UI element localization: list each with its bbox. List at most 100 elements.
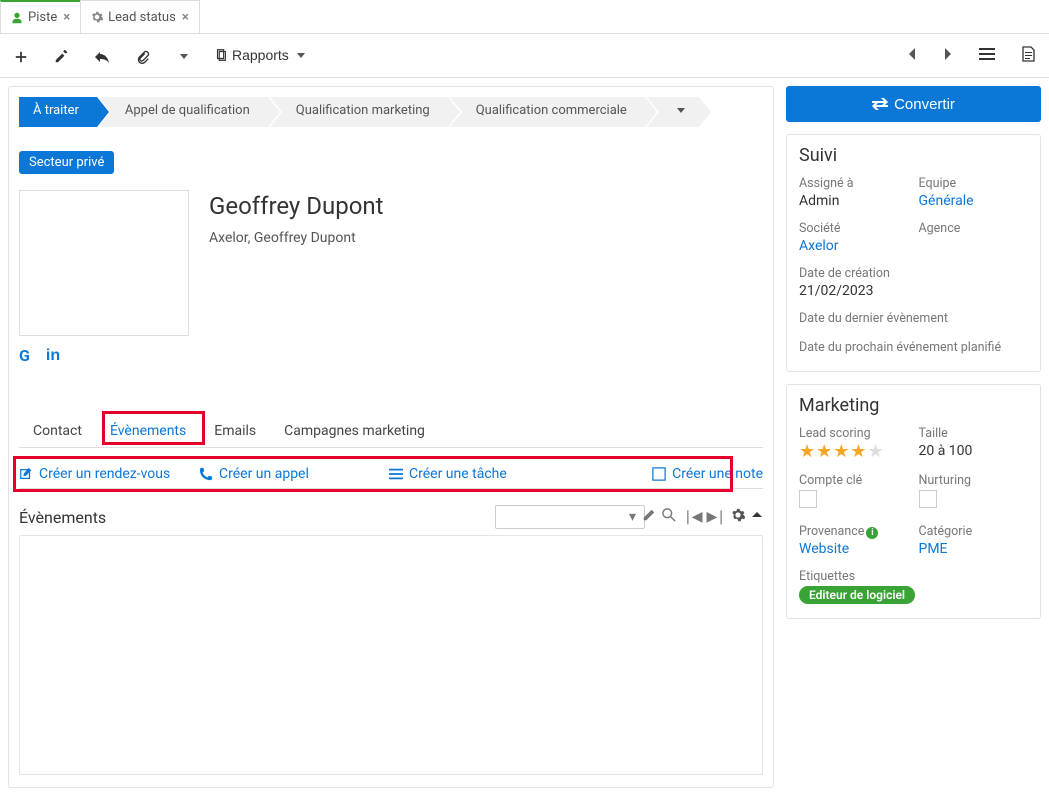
form-view-button[interactable] bbox=[1015, 42, 1041, 69]
chevron-left-icon bbox=[907, 47, 917, 61]
attach-button[interactable] bbox=[130, 43, 156, 67]
toolbar: Rapports bbox=[0, 34, 1049, 78]
chevron-right-icon bbox=[943, 47, 953, 61]
suivi-panel: Suivi Assigné à Admin Equipe Générale So… bbox=[786, 134, 1041, 372]
sector-badge: Secteur privé bbox=[19, 151, 114, 174]
reports-button[interactable]: Rapports bbox=[208, 43, 311, 67]
google-icon[interactable]: G bbox=[19, 346, 30, 365]
agency-label: Agence bbox=[919, 221, 1029, 236]
team-value[interactable]: Générale bbox=[919, 193, 1029, 209]
create-task-link[interactable]: Créer une tâche bbox=[389, 466, 569, 482]
lead-form-view: À traiter Appel de qualification Qualifi… bbox=[8, 86, 774, 788]
events-list bbox=[19, 535, 763, 775]
marketing-heading: Marketing bbox=[799, 395, 1028, 416]
event-actions-row: Créer un rendez-vous Créer un appel Crée… bbox=[19, 460, 763, 489]
tab-emails[interactable]: Emails bbox=[200, 415, 270, 447]
tab-contact[interactable]: Contact bbox=[19, 415, 96, 447]
action-label: Créer une tâche bbox=[409, 466, 507, 482]
stage-qualification-commerciale[interactable]: Qualification commerciale bbox=[450, 97, 645, 127]
chevron-down-icon bbox=[677, 108, 685, 113]
search-icon[interactable] bbox=[662, 508, 676, 526]
copy-icon bbox=[214, 48, 228, 62]
document-icon bbox=[1021, 46, 1035, 62]
close-icon[interactable]: × bbox=[182, 10, 189, 25]
nurturing-checkbox[interactable] bbox=[919, 490, 937, 508]
app-tab-label: Piste bbox=[28, 10, 57, 25]
size-label: Taille bbox=[919, 426, 1029, 441]
stage-label: Qualification marketing bbox=[296, 103, 430, 118]
linkedin-icon[interactable]: in bbox=[46, 347, 60, 365]
app-tab-piste[interactable]: Piste × bbox=[0, 0, 81, 33]
note-icon bbox=[652, 467, 666, 481]
close-icon[interactable]: × bbox=[63, 10, 70, 25]
tab-evenements[interactable]: Évènements bbox=[96, 415, 200, 447]
chevron-down-icon[interactable]: ▾ bbox=[629, 509, 636, 525]
app-tabs: Piste × Lead status × bbox=[0, 0, 1049, 34]
convert-button[interactable]: Convertir bbox=[786, 86, 1041, 122]
list-icon bbox=[979, 47, 995, 61]
last-event-label: Date du dernier évènement bbox=[799, 311, 1028, 326]
key-account-checkbox[interactable] bbox=[799, 490, 817, 508]
tag-chip[interactable]: Editeur de logiciel bbox=[799, 586, 915, 604]
category-value[interactable]: PME bbox=[919, 541, 1029, 557]
info-icon[interactable]: i bbox=[866, 527, 878, 539]
avatar-placeholder bbox=[19, 190, 189, 336]
edit-square-icon bbox=[19, 467, 33, 481]
source-label: Provenancei bbox=[799, 524, 909, 539]
create-call-link[interactable]: Créer un appel bbox=[199, 466, 389, 482]
reports-label: Rapports bbox=[232, 47, 289, 63]
app-tab-label: Lead status bbox=[108, 10, 176, 25]
lead-name: Geoffrey Dupont bbox=[209, 192, 384, 220]
action-label: Créer un rendez-vous bbox=[39, 466, 170, 482]
page-first-icon[interactable]: ❘◀ bbox=[682, 509, 701, 525]
stage-label: À traiter bbox=[33, 103, 79, 118]
settings-icon[interactable] bbox=[731, 508, 745, 526]
new-button[interactable] bbox=[8, 43, 34, 67]
user-icon bbox=[11, 10, 23, 25]
collapse-icon[interactable] bbox=[751, 509, 763, 525]
chevron-down-icon bbox=[180, 54, 188, 59]
exchange-icon bbox=[872, 97, 888, 111]
next-button[interactable] bbox=[937, 43, 959, 68]
stage-label: Appel de qualification bbox=[125, 103, 250, 118]
events-search-input[interactable] bbox=[495, 505, 645, 529]
stage-qualification-marketing[interactable]: Qualification marketing bbox=[270, 97, 448, 127]
tab-campagnes[interactable]: Campagnes marketing bbox=[270, 415, 439, 447]
scoring-label: Lead scoring bbox=[799, 426, 909, 441]
action-label: Créer un appel bbox=[219, 466, 309, 482]
page-last-icon[interactable]: ▶❘ bbox=[707, 509, 726, 525]
nurturing-label: Nurturing bbox=[919, 473, 1029, 488]
stage-a-traiter[interactable]: À traiter bbox=[19, 97, 97, 127]
created-label: Date de création bbox=[799, 266, 1028, 281]
action-label: Créer une note bbox=[672, 466, 763, 482]
edit-button[interactable] bbox=[48, 43, 74, 67]
assigned-label: Assigné à bbox=[799, 176, 909, 191]
suivi-heading: Suivi bbox=[799, 145, 1028, 166]
events-tools: ▾ ❘◀ ▶❘ bbox=[495, 505, 763, 529]
category-label: Catégorie bbox=[919, 524, 1029, 539]
scoring-stars[interactable]: ★★★★★ bbox=[799, 443, 909, 461]
size-value: 20 à 100 bbox=[919, 443, 1029, 459]
app-tab-lead-status[interactable]: Lead status × bbox=[80, 0, 200, 33]
tasks-icon bbox=[389, 467, 403, 481]
clear-icon[interactable] bbox=[642, 508, 656, 526]
list-view-button[interactable] bbox=[973, 43, 1001, 68]
convert-label: Convertir bbox=[894, 96, 955, 113]
back-button[interactable] bbox=[88, 43, 116, 67]
company-value[interactable]: Axelor bbox=[799, 238, 909, 254]
tags-label: Etiquettes bbox=[799, 569, 1028, 584]
gear-icon bbox=[91, 10, 103, 25]
more-actions-button[interactable] bbox=[170, 43, 194, 67]
chevron-down-icon bbox=[297, 53, 305, 58]
created-value: 21/02/2023 bbox=[799, 283, 1028, 299]
assigned-value: Admin bbox=[799, 193, 909, 209]
events-title: Évènements bbox=[19, 508, 106, 527]
create-meeting-link[interactable]: Créer un rendez-vous bbox=[19, 466, 199, 482]
prev-button[interactable] bbox=[901, 43, 923, 68]
company-label: Société bbox=[799, 221, 909, 236]
create-note-link[interactable]: Créer une note bbox=[652, 466, 763, 482]
stage-appel-qualification[interactable]: Appel de qualification bbox=[99, 97, 268, 127]
source-value[interactable]: Website bbox=[799, 541, 909, 557]
stage-label: Qualification commerciale bbox=[476, 103, 627, 118]
detail-tabs: Contact Évènements Emails Campagnes mark… bbox=[19, 415, 763, 448]
